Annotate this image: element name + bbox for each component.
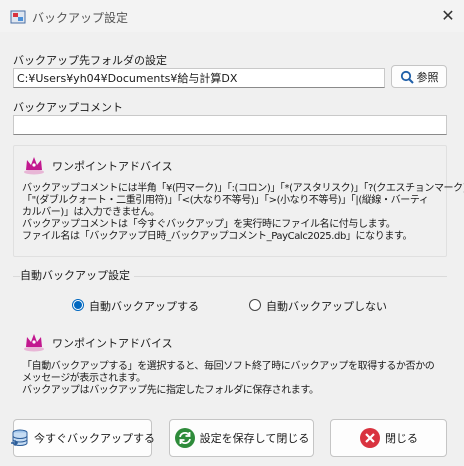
window-title: バックアップ設定 bbox=[32, 11, 129, 25]
tip-2-line-1: 「自動バックアップする」を選択すると、毎回ソフト終了時にバックアップを取得するか… bbox=[22, 361, 435, 372]
database-icon bbox=[10, 428, 30, 448]
tip-2-line-2: メッセージが表示されます。 bbox=[22, 373, 146, 384]
radio-auto-off-label[interactable]: 自動バックアップしない bbox=[266, 298, 387, 314]
tip-crown-icon bbox=[22, 330, 46, 355]
save-close-label: 設定を保存して閉じる bbox=[199, 432, 310, 445]
backup-now-label: 今すぐバックアップする bbox=[34, 432, 155, 445]
radio-auto-off[interactable] bbox=[249, 299, 261, 311]
close-window-icon[interactable]: ✕ bbox=[438, 6, 458, 26]
tip-1-line-4: バックアップコメントは「今すぐバックアップ」を実行時にファイル名に付与します。 bbox=[22, 219, 396, 230]
app-icon bbox=[10, 9, 26, 25]
comment-input[interactable] bbox=[13, 115, 447, 135]
close-button[interactable]: 閉じる bbox=[330, 419, 447, 457]
refresh-icon bbox=[174, 427, 196, 449]
tip-1-line-5: ファイル名は「バックアップ日時_バックアップコメント_PayCalc2025.d… bbox=[22, 231, 413, 242]
folder-label: バックアップ先フォルダの設定 bbox=[13, 54, 167, 67]
comment-label: バックアップコメント bbox=[13, 101, 123, 114]
tip-crown-icon bbox=[22, 153, 46, 178]
radio-auto-on-label[interactable]: 自動バックアップする bbox=[89, 298, 199, 314]
close-icon bbox=[359, 427, 381, 449]
auto-group-label: 自動バックアップ設定 bbox=[20, 267, 134, 283]
folder-path-input[interactable]: C:¥Users¥yh04¥Documents¥給与計算DX bbox=[13, 68, 385, 88]
tip-1-line-1: バックアップコメントには半角「¥(円マーク)」「:(コロン)」「*(アスタリスク… bbox=[22, 183, 464, 194]
radio-auto-on[interactable] bbox=[72, 299, 84, 311]
close-label: 閉じる bbox=[385, 432, 418, 445]
browse-label: 参照 bbox=[416, 70, 439, 84]
tip-1-heading: ワンポイントアドバイス bbox=[52, 160, 173, 173]
tip-2-heading: ワンポイントアドバイス bbox=[52, 337, 173, 350]
tip-1-line-3: カルバー)」は入力できません。 bbox=[22, 207, 160, 218]
browse-button[interactable]: 参照 bbox=[391, 65, 447, 88]
backup-now-button[interactable]: 今すぐバックアップする bbox=[10, 419, 155, 457]
save-close-button[interactable]: 設定を保存して閉じる bbox=[169, 419, 314, 457]
search-icon bbox=[400, 70, 414, 84]
tip-2-line-3: バックアップはバックアップ先に指定したフォルダに保存されます。 bbox=[22, 385, 319, 396]
tip-1-line-2: 「"(ダブルクォート・二重引用符)」「<(大なり不等号)」「>(小なり不等号)」… bbox=[22, 195, 429, 206]
